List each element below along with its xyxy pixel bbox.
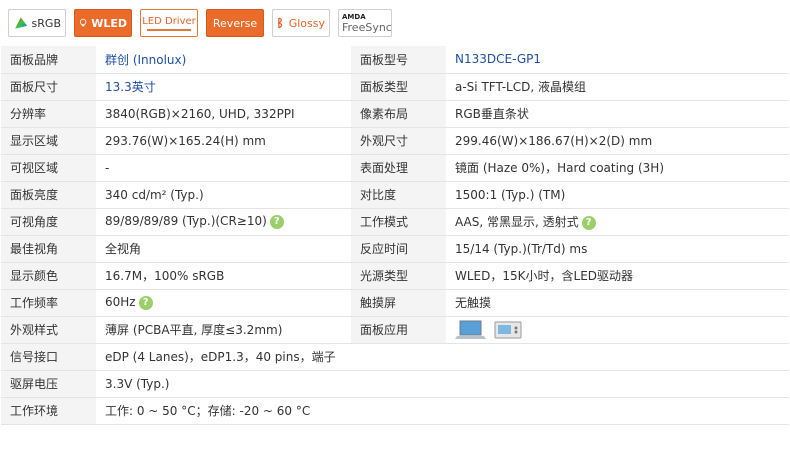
glossy-icon [277, 17, 283, 29]
help-icon[interactable]: ? [581, 215, 596, 230]
spec-value: 89/89/89/89 (Typ.)(CR≥10)? [96, 208, 351, 236]
brand-link[interactable]: 群创 (Innolux) [105, 53, 186, 67]
spec-label: 外观尺寸 [351, 127, 446, 155]
spec-label: 工作频率 [1, 289, 96, 317]
feature-badges: sRGB WLED LED Driver Reverse Glossy AMDA… [0, 0, 790, 46]
spec-value [446, 316, 789, 344]
spec-value: RGB垂直条状 [446, 100, 789, 128]
industrial-monitor-icon [494, 321, 522, 338]
spec-label: 驱屏电压 [1, 370, 96, 398]
spec-value: 无触摸 [446, 289, 789, 317]
spec-value: 镜面 (Haze 0%)，Hard coating (3H) [446, 154, 789, 182]
model-link[interactable]: N133DCE-GP1 [455, 52, 541, 66]
spec-label: 面板应用 [351, 316, 446, 344]
table-row: 工作频率 60Hz? 触摸屏 无触摸 [1, 289, 789, 317]
spec-value: 3840(RGB)×2160, UHD, 332PPI [96, 100, 351, 128]
table-row: 面板品牌 群创 (Innolux) 面板型号 N133DCE-GP1 [1, 46, 789, 74]
lightbulb-icon [79, 18, 87, 27]
spec-label: 显示区域 [1, 127, 96, 155]
spec-label: 面板亮度 [1, 181, 96, 209]
table-row: 驱屏电压 3.3V (Typ.) [1, 370, 789, 398]
srgb-badge: sRGB [8, 9, 66, 37]
table-row: 工作环境 工作: 0 ~ 50 °C；存储: -20 ~ 60 °C [1, 397, 789, 425]
size-link[interactable]: 13.3英寸 [105, 80, 156, 94]
spec-label: 工作环境 [1, 397, 96, 425]
help-icon[interactable]: ? [269, 214, 284, 229]
reverse-badge: Reverse [206, 9, 264, 37]
table-row: 显示颜色 16.7M，100% sRGB 光源类型 WLED，15K小时，含LE… [1, 262, 789, 290]
spec-table: 面板品牌 群创 (Innolux) 面板型号 N133DCE-GP1 面板尺寸 … [1, 46, 789, 425]
led-driver-underline [147, 28, 191, 31]
table-row: 信号接口 eDP (4 Lanes)，eDP1.3，40 pins，端子 [1, 343, 789, 371]
spec-value: 13.3英寸 [96, 73, 351, 101]
spec-value: 299.46(W)×186.67(H)×2(D) mm [446, 127, 789, 155]
spec-label: 反应时间 [351, 235, 446, 263]
spec-value: 全视角 [96, 235, 351, 263]
spec-label: 显示颜色 [1, 262, 96, 290]
spec-value: 293.76(W)×165.24(H) mm [96, 127, 351, 155]
table-row: 可视角度 89/89/89/89 (Typ.)(CR≥10)? 工作模式 AAS… [1, 208, 789, 236]
wled-badge: WLED [74, 9, 132, 37]
spec-value: N133DCE-GP1 [446, 46, 789, 74]
spec-label: 可视角度 [1, 208, 96, 236]
glossy-badge: Glossy [272, 9, 330, 37]
amd-freesync-badge: AMDA FreeSync [338, 9, 392, 37]
spec-label: 面板类型 [351, 73, 446, 101]
spec-label: 分辨率 [1, 100, 96, 128]
spec-value: 340 cd/m² (Typ.) [96, 181, 351, 209]
spec-value: 1500:1 (Typ.) (TM) [446, 181, 789, 209]
spec-label: 触摸屏 [351, 289, 446, 317]
spec-label: 工作模式 [351, 208, 446, 236]
table-row: 可视区域 - 表面处理 镜面 (Haze 0%)，Hard coating (3… [1, 154, 789, 182]
table-row: 面板尺寸 13.3英寸 面板类型 a-Si TFT-LCD, 液晶模组 [1, 73, 789, 101]
srgb-triangle-icon [15, 17, 28, 29]
spec-label: 外观样式 [1, 316, 96, 344]
spec-value: 16.7M，100% sRGB [96, 262, 351, 290]
spec-value: 3.3V (Typ.) [96, 370, 789, 398]
spec-value: 15/14 (Typ.)(Tr/Td) ms [446, 235, 789, 263]
table-row: 分辨率 3840(RGB)×2160, UHD, 332PPI 像素布局 RGB… [1, 100, 789, 128]
spec-value: a-Si TFT-LCD, 液晶模组 [446, 73, 789, 101]
spec-value: 群创 (Innolux) [96, 46, 351, 74]
spec-label: 最佳视角 [1, 235, 96, 263]
spec-label: 像素布局 [351, 100, 446, 128]
spec-value: WLED，15K小时，含LED驱动器 [446, 262, 789, 290]
table-row: 最佳视角 全视角 反应时间 15/14 (Typ.)(Tr/Td) ms [1, 235, 789, 263]
spec-label: 面板型号 [351, 46, 446, 74]
spec-value: AAS, 常黑显示, 透射式? [446, 208, 789, 236]
spec-label: 面板品牌 [1, 46, 96, 74]
spec-value: 薄屏 (PCBA平直, 厚度≤3.2mm) [96, 316, 351, 344]
spec-label: 信号接口 [1, 343, 96, 371]
laptop-icon [455, 320, 486, 339]
table-row: 外观样式 薄屏 (PCBA平直, 厚度≤3.2mm) 面板应用 [1, 316, 789, 344]
spec-label: 光源类型 [351, 262, 446, 290]
help-icon[interactable]: ? [138, 295, 153, 310]
spec-label: 表面处理 [351, 154, 446, 182]
led-driver-badge: LED Driver [140, 9, 198, 37]
table-row: 面板亮度 340 cd/m² (Typ.) 对比度 1500:1 (Typ.) … [1, 181, 789, 209]
spec-value: 60Hz? [96, 289, 351, 317]
spec-value: eDP (4 Lanes)，eDP1.3，40 pins，端子 [96, 343, 789, 371]
spec-label: 面板尺寸 [1, 73, 96, 101]
table-row: 显示区域 293.76(W)×165.24(H) mm 外观尺寸 299.46(… [1, 127, 789, 155]
spec-label: 可视区域 [1, 154, 96, 182]
spec-value: 工作: 0 ~ 50 °C；存储: -20 ~ 60 °C [96, 397, 789, 425]
spec-value: - [96, 154, 351, 182]
spec-label: 对比度 [351, 181, 446, 209]
